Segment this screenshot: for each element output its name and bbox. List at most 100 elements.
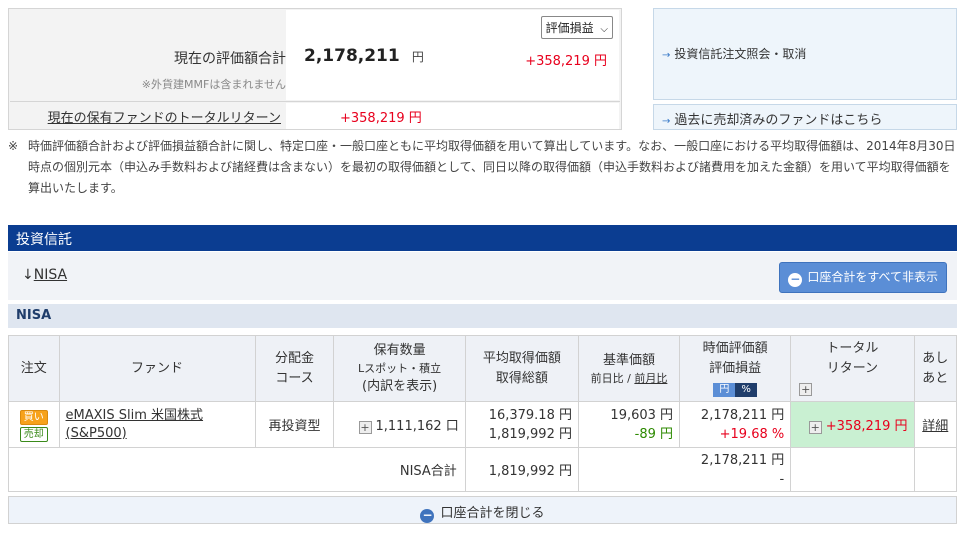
header-market-value: 時価評価額 評価損益 円%	[679, 335, 792, 402]
quantity-cell: +1,111,162 口	[333, 401, 466, 448]
calculation-note: ※ 時価評価額合計および評価損益額合計に関し、特定口座・一般口座ともに平均取得価…	[8, 136, 958, 199]
order-cell: 買い 売却	[8, 401, 60, 448]
summary-divider	[10, 101, 620, 102]
expand-plus-icon[interactable]: +	[799, 382, 813, 396]
fund-name-link[interactable]: eMAXIS Slim 米国株式 (S&P500)	[66, 408, 204, 441]
header-qty-sub: Lスポット・積立	[358, 361, 442, 375]
yen-percent-toggle[interactable]: 円%	[713, 382, 757, 397]
total-return-cell: + +358,219 円	[790, 401, 915, 448]
subtotal-empty-1	[577, 447, 680, 492]
subtotal-gain: -	[779, 471, 785, 487]
arrow-down-icon: ↓	[22, 267, 34, 283]
detail-link[interactable]: 詳細	[922, 419, 948, 434]
market-value: 2,178,211 円	[700, 407, 785, 423]
gain-percent: +19.68 %	[719, 426, 785, 442]
header-avg-line2: 取得総額	[495, 370, 548, 386]
market-value-cell: 2,178,211 円 +19.68 %	[679, 401, 792, 448]
header-order: 注文	[8, 335, 60, 402]
summary-value-area: 2,178,211 円 評価損益 ⌵ +358,219 円	[286, 10, 619, 100]
header-dist-line1: 分配金	[275, 350, 315, 366]
subtotal-empty-3	[913, 447, 958, 492]
arrow-right-icon: →	[662, 116, 671, 127]
close-totals-bar[interactable]: − 口座合計を閉じる	[8, 496, 957, 524]
total-amount: 2,178,211	[304, 46, 400, 66]
header-base-sub: 前日比 / 前月比	[579, 371, 679, 387]
section-subheader: ↓NISA − 口座合計をすべて非表示	[8, 252, 957, 300]
eval-total-label: 現在の評価額合計	[174, 51, 286, 67]
expand-plus-icon[interactable]: +	[808, 421, 822, 434]
header-quantity: 保有数量 Lスポット・積立 (内訳を表示)	[333, 335, 466, 402]
header-fund: ファンド	[58, 335, 256, 402]
holdings-table: 注文 ファンド 分配金 コース 保有数量 Lスポット・積立 (内訳を表示) 平均…	[8, 335, 958, 492]
note-mark: ※	[8, 139, 19, 153]
header-eval-line1: 時価評価額	[702, 340, 768, 356]
header-ashiato: あし あと	[913, 335, 958, 402]
header-total-return: トータル リターン +	[790, 335, 915, 402]
close-totals-label: 口座合計を閉じる	[440, 506, 545, 521]
order-inquiry-box[interactable]: → 投資信託注文照会・取消	[653, 8, 957, 100]
note-text: 時価評価額合計および評価損益額合計に関し、特定口座・一般口座ともに平均取得価額を…	[28, 139, 956, 195]
section-title: 投資信託	[8, 225, 957, 251]
order-inquiry-link[interactable]: 投資信託注文照会・取消	[674, 47, 806, 61]
total-cost-value: 1,819,992 円	[488, 426, 572, 442]
total-return-link[interactable]: 現在の保有ファンドのトータルリターン	[48, 111, 281, 126]
subtotal-label: NISA合計	[8, 447, 466, 492]
header-avg-price: 平均取得価額 取得総額	[464, 335, 579, 402]
summary-label-area: 現在の評価額合計 ※外貨建MMFは含まれません	[10, 10, 286, 100]
hide-all-totals-label: 口座合計をすべて非表示	[807, 270, 938, 284]
header-base-monthly-link[interactable]: 前月比	[634, 372, 667, 385]
base-price-cell: 19,603 円 -89 円	[577, 401, 681, 448]
buy-button[interactable]: 買い	[19, 409, 48, 425]
sold-funds-link[interactable]: 過去に売却済みのファンドはこちら	[674, 113, 882, 128]
sell-button[interactable]: 売却	[19, 426, 48, 442]
eval-total-value: 2,178,211 円	[304, 46, 424, 66]
avg-price-cell: 16,379.18 円 1,819,992 円	[464, 401, 579, 448]
header-qty-line1: 保有数量	[373, 342, 426, 358]
detail-cell: 詳細	[913, 401, 958, 448]
header-base-price: 基準価額 前日比 / 前月比	[577, 335, 681, 402]
total-return-link-wrap: 現在の保有ファンドのトータルリターン	[15, 107, 281, 126]
nisa-anchor[interactable]: ↓NISA	[22, 267, 67, 283]
table-row: 買い 売却 eMAXIS Slim 米国株式 (S&P500) 再投資型 +1,…	[8, 401, 958, 448]
header-dist-line2: コース	[275, 370, 314, 386]
header-ashi-line1: あし	[922, 350, 949, 366]
expand-plus-icon[interactable]: +	[358, 421, 372, 434]
minus-circle-icon: −	[420, 508, 435, 523]
dist-course-cell: 再投資型	[254, 401, 335, 448]
header-qty-detail[interactable]: (内訳を表示)	[334, 377, 464, 397]
header-base-daily: 前日比	[590, 371, 624, 385]
mmf-note: ※外貨建MMFは含まれません	[141, 78, 286, 91]
total-return-value: +358,219 円	[340, 111, 422, 126]
base-change-value: -89 円	[634, 426, 674, 442]
subtotal-market-value: 2,178,211 円	[700, 452, 785, 468]
header-base-line1: 基準価額	[603, 352, 656, 368]
subtotal-empty-2	[790, 447, 915, 492]
subtotal-cost: 1,819,992 円	[464, 447, 579, 492]
base-price-value: 19,603 円	[610, 407, 674, 423]
subtotal-market-cell: 2,178,211 円 -	[679, 447, 792, 492]
hide-all-totals-button[interactable]: − 口座合計をすべて非表示	[779, 262, 947, 293]
toggle-percent[interactable]: %	[735, 382, 757, 397]
header-total-line2: リターン	[826, 360, 879, 376]
summary-box: 現在の評価額合計 ※外貨建MMFは含まれません 2,178,211 円 評価損益…	[8, 8, 622, 130]
sold-funds-box[interactable]: → 過去に売却済みのファンドはこちら	[653, 104, 957, 130]
fund-cell: eMAXIS Slim 米国株式 (S&P500)	[58, 401, 256, 448]
nisa-bar: NISA	[8, 304, 957, 328]
header-avg-line1: 平均取得価額	[482, 350, 561, 366]
subtotal-row: NISA合計 1,819,992 円 2,178,211 円 -	[8, 447, 958, 492]
minus-circle-icon: −	[788, 272, 803, 287]
arrow-right-icon: →	[662, 50, 671, 61]
avg-price-value: 16,379.18 円	[488, 407, 572, 423]
total-yen: 円	[411, 50, 424, 64]
toggle-yen[interactable]: 円	[713, 382, 736, 397]
total-return-cell-value: +358,219 円	[825, 419, 908, 434]
gain-value: +358,219 円	[525, 54, 607, 69]
header-dist-course: 分配金 コース	[254, 335, 335, 402]
eval-type-select-value: 評価損益	[545, 21, 594, 35]
eval-type-select[interactable]: 評価損益 ⌵	[540, 16, 613, 39]
header-base-sep: /	[627, 371, 631, 385]
total-return-value-area: +358,219 円	[286, 103, 619, 129]
chevron-down-icon: ⌵	[600, 24, 608, 35]
header-eval-line2: 評価損益	[709, 360, 762, 376]
nisa-anchor-link[interactable]: NISA	[34, 267, 67, 283]
